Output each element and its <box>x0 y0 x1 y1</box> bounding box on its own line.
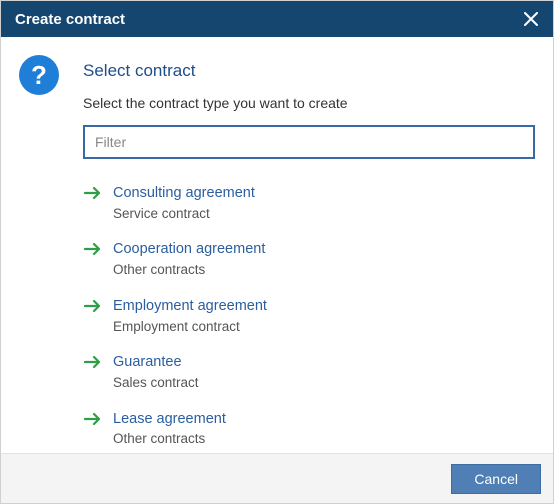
item-name: Employment agreement <box>113 297 535 316</box>
item-category: Sales contract <box>113 374 535 392</box>
item-category: Other contracts <box>113 261 535 279</box>
item-category: Other contracts <box>113 430 535 448</box>
arrow-right-icon <box>83 353 105 370</box>
list-item[interactable]: Consulting agreement Service contract <box>83 175 535 231</box>
list-item[interactable]: Lease agreement Other contracts <box>83 401 535 453</box>
dialog-footer: Cancel <box>1 453 553 503</box>
item-name: Lease agreement <box>113 410 535 429</box>
arrow-right-icon <box>83 410 105 427</box>
arrow-right-icon <box>83 184 105 201</box>
help-icon: ? <box>19 55 59 95</box>
list-item[interactable]: Cooperation agreement Other contracts <box>83 231 535 287</box>
arrow-right-icon <box>83 297 105 314</box>
section-subheading: Select the contract type you want to cre… <box>83 95 535 111</box>
close-button[interactable] <box>519 7 543 31</box>
cancel-button[interactable]: Cancel <box>451 464 541 494</box>
item-category: Service contract <box>113 205 535 223</box>
dialog-body: ? Select contract Select the contract ty… <box>1 37 553 453</box>
dialog-title: Create contract <box>15 11 519 28</box>
filter-input[interactable] <box>83 125 535 159</box>
contract-type-list: Consulting agreement Service contract Co… <box>83 175 535 453</box>
close-icon <box>524 12 538 26</box>
list-item[interactable]: Employment agreement Employment contract <box>83 288 535 344</box>
section-heading: Select contract <box>83 61 535 81</box>
item-category: Employment contract <box>113 318 535 336</box>
item-name: Consulting agreement <box>113 184 535 203</box>
list-item[interactable]: Guarantee Sales contract <box>83 344 535 400</box>
arrow-right-icon <box>83 240 105 257</box>
create-contract-dialog: Create contract ? Select contract Select… <box>0 0 554 504</box>
titlebar: Create contract <box>1 1 553 37</box>
item-name: Guarantee <box>113 353 535 372</box>
dialog-body-scroll[interactable]: ? Select contract Select the contract ty… <box>1 37 553 453</box>
item-name: Cooperation agreement <box>113 240 535 259</box>
